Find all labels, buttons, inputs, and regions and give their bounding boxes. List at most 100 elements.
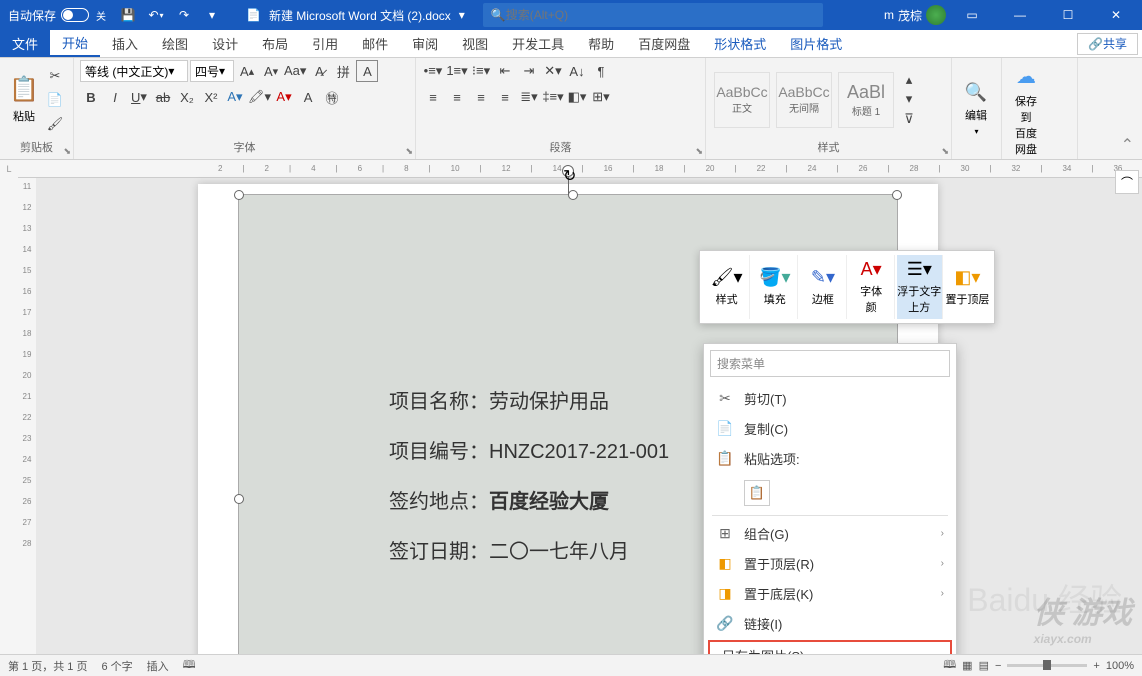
tab-references[interactable]: 引用	[300, 30, 350, 57]
ctx-send-back[interactable]: ◨置于底层(K)›	[704, 578, 956, 608]
handle-tm[interactable]	[568, 190, 578, 200]
horizontal-ruler[interactable]: 2|2|4|6|8|10|12|14|16|18|20|22|24|26|28|…	[18, 160, 1142, 178]
zoom-thumb[interactable]	[1043, 660, 1051, 670]
status-words[interactable]: 6 个字	[101, 658, 132, 674]
status-page[interactable]: 第 1 页，共 1 页	[8, 658, 87, 674]
copy-icon[interactable]: 📄	[44, 89, 66, 111]
superscript-icon[interactable]: X²	[200, 86, 222, 108]
tab-mailings[interactable]: 邮件	[350, 30, 400, 57]
distribute-icon[interactable]: ≣▾	[518, 86, 540, 108]
view-web-icon[interactable]: ▤	[979, 659, 989, 672]
handle-tr[interactable]	[892, 190, 902, 200]
save-icon[interactable]: 💾	[116, 3, 140, 27]
mini-outline[interactable]: ✎▾边框	[800, 255, 846, 319]
search-box[interactable]: 🔍	[483, 3, 823, 27]
tab-baidu[interactable]: 百度网盘	[626, 30, 702, 57]
mini-fill[interactable]: 🪣▾填充	[752, 255, 798, 319]
autosave-toggle[interactable]: 自动保存 关	[0, 7, 114, 24]
rotation-handle-icon[interactable]: ↻	[562, 165, 574, 177]
clipboard-launcher-icon[interactable]: ⬊	[63, 146, 71, 157]
menu-search-input[interactable]: 搜索菜单	[710, 350, 950, 377]
show-marks-icon[interactable]: ¶	[590, 60, 612, 82]
redo-icon[interactable]: ↷	[172, 3, 196, 27]
format-painter-icon[interactable]: 🖌	[44, 113, 66, 135]
strike-icon[interactable]: ab	[152, 86, 174, 108]
paste-button[interactable]: 📋 粘贴	[6, 71, 42, 128]
indent-inc-icon[interactable]: ⇥	[518, 60, 540, 82]
change-case-icon[interactable]: Aa▾	[284, 60, 306, 82]
mini-font-color[interactable]: A▾字体 颜	[849, 255, 895, 319]
phonetic-icon[interactable]: 拼	[332, 60, 354, 82]
shading-icon[interactable]: ◧▾	[566, 86, 588, 108]
enclose-char-icon[interactable]: ㊕	[321, 86, 343, 108]
borders-icon[interactable]: ⊞▾	[590, 86, 612, 108]
subscript-icon[interactable]: X₂	[176, 86, 198, 108]
share-button[interactable]: 🔗 共享	[1077, 33, 1138, 55]
char-border-icon[interactable]: A	[356, 60, 378, 82]
tab-insert[interactable]: 插入	[100, 30, 150, 57]
bold-icon[interactable]: B	[80, 86, 102, 108]
asian-layout-icon[interactable]: ✕▾	[542, 60, 564, 82]
search-input[interactable]	[506, 8, 815, 22]
close-icon[interactable]: ✕	[1094, 0, 1138, 30]
line-spacing-icon[interactable]: ‡≡▾	[542, 86, 564, 108]
maximize-icon[interactable]: ☐	[1046, 0, 1090, 30]
tab-help[interactable]: 帮助	[576, 30, 626, 57]
tab-picture-format[interactable]: 图片格式	[778, 30, 854, 57]
numbering-icon[interactable]: 1≡▾	[446, 60, 468, 82]
tab-view[interactable]: 视图	[450, 30, 500, 57]
mini-bring-front[interactable]: ◧▾置于顶层	[945, 255, 990, 319]
cut-icon[interactable]: ✂	[44, 65, 66, 87]
handle-ml[interactable]	[234, 494, 244, 504]
shrink-font-icon[interactable]: A▾	[260, 60, 282, 82]
tab-layout[interactable]: 布局	[250, 30, 300, 57]
status-mode[interactable]: 插入	[147, 658, 169, 674]
styles-down-icon[interactable]: ▾	[898, 91, 920, 108]
italic-icon[interactable]: I	[104, 86, 126, 108]
dropdown-icon[interactable]: ▾	[459, 8, 465, 22]
style-nospacing[interactable]: AaBbCc无间隔	[776, 72, 832, 128]
user-avatar[interactable]	[926, 5, 946, 25]
styles-up-icon[interactable]: ▴	[898, 72, 920, 89]
ctx-group[interactable]: ⊞组合(G)›	[704, 518, 956, 548]
align-right-icon[interactable]: ≡	[470, 86, 492, 108]
char-shading-icon[interactable]: A	[297, 86, 319, 108]
align-left-icon[interactable]: ≡	[422, 86, 444, 108]
align-center-icon[interactable]: ≡	[446, 86, 468, 108]
layout-options-icon[interactable]: ⌒	[1115, 170, 1139, 194]
mini-style[interactable]: 🖌▾样式	[704, 255, 750, 319]
font-size-combo[interactable]: 四号 ▾	[190, 60, 234, 82]
styles-more-icon[interactable]: ⊽	[898, 110, 920, 127]
ribbon-mode-icon[interactable]: ▭	[950, 0, 994, 30]
tab-shape-format[interactable]: 形状格式	[702, 30, 778, 57]
sort-icon[interactable]: A↓	[566, 60, 588, 82]
tab-developer[interactable]: 开发工具	[500, 30, 576, 57]
qat-more-icon[interactable]: ▾	[200, 3, 224, 27]
font-launcher-icon[interactable]: ⬊	[405, 146, 413, 157]
minimize-icon[interactable]: —	[998, 0, 1042, 30]
mini-wrap[interactable]: ☰▾浮于文字 上方	[897, 255, 943, 319]
styles-launcher-icon[interactable]: ⬊	[941, 146, 949, 157]
zoom-in-icon[interactable]: +	[1093, 660, 1099, 672]
paste-keep-source-icon[interactable]: 📋	[744, 480, 770, 506]
tab-review[interactable]: 审阅	[400, 30, 450, 57]
vertical-ruler[interactable]: 111213141516171819202122232425262728	[18, 178, 36, 654]
text-effect-icon[interactable]: A▾	[224, 86, 246, 108]
highlight-icon[interactable]: 🖍▾	[248, 86, 271, 108]
clear-format-icon[interactable]: A̷	[308, 60, 330, 82]
multilevel-icon[interactable]: ⁝≡▾	[470, 60, 492, 82]
tab-file[interactable]: 文件	[0, 30, 50, 57]
zoom-level[interactable]: 100%	[1106, 660, 1134, 672]
save-cloud-button[interactable]: ☁保存到 百度网盘	[1008, 60, 1044, 161]
editing-button[interactable]: 🔍编辑▾	[958, 78, 994, 140]
indent-dec-icon[interactable]: ⇤	[494, 60, 516, 82]
ctx-bring-front[interactable]: ◧置于顶层(R)›	[704, 548, 956, 578]
justify-icon[interactable]: ≡	[494, 86, 516, 108]
zoom-slider[interactable]	[1007, 664, 1087, 667]
font-family-combo[interactable]: 等线 (中文正文) ▾	[80, 60, 188, 82]
view-focus-icon[interactable]: 🕮	[943, 656, 956, 675]
grow-font-icon[interactable]: A▴	[236, 60, 258, 82]
tab-design[interactable]: 设计	[200, 30, 250, 57]
ctx-link[interactable]: 🔗链接(I)	[704, 608, 956, 638]
undo-icon[interactable]: ↶▾	[144, 3, 168, 27]
